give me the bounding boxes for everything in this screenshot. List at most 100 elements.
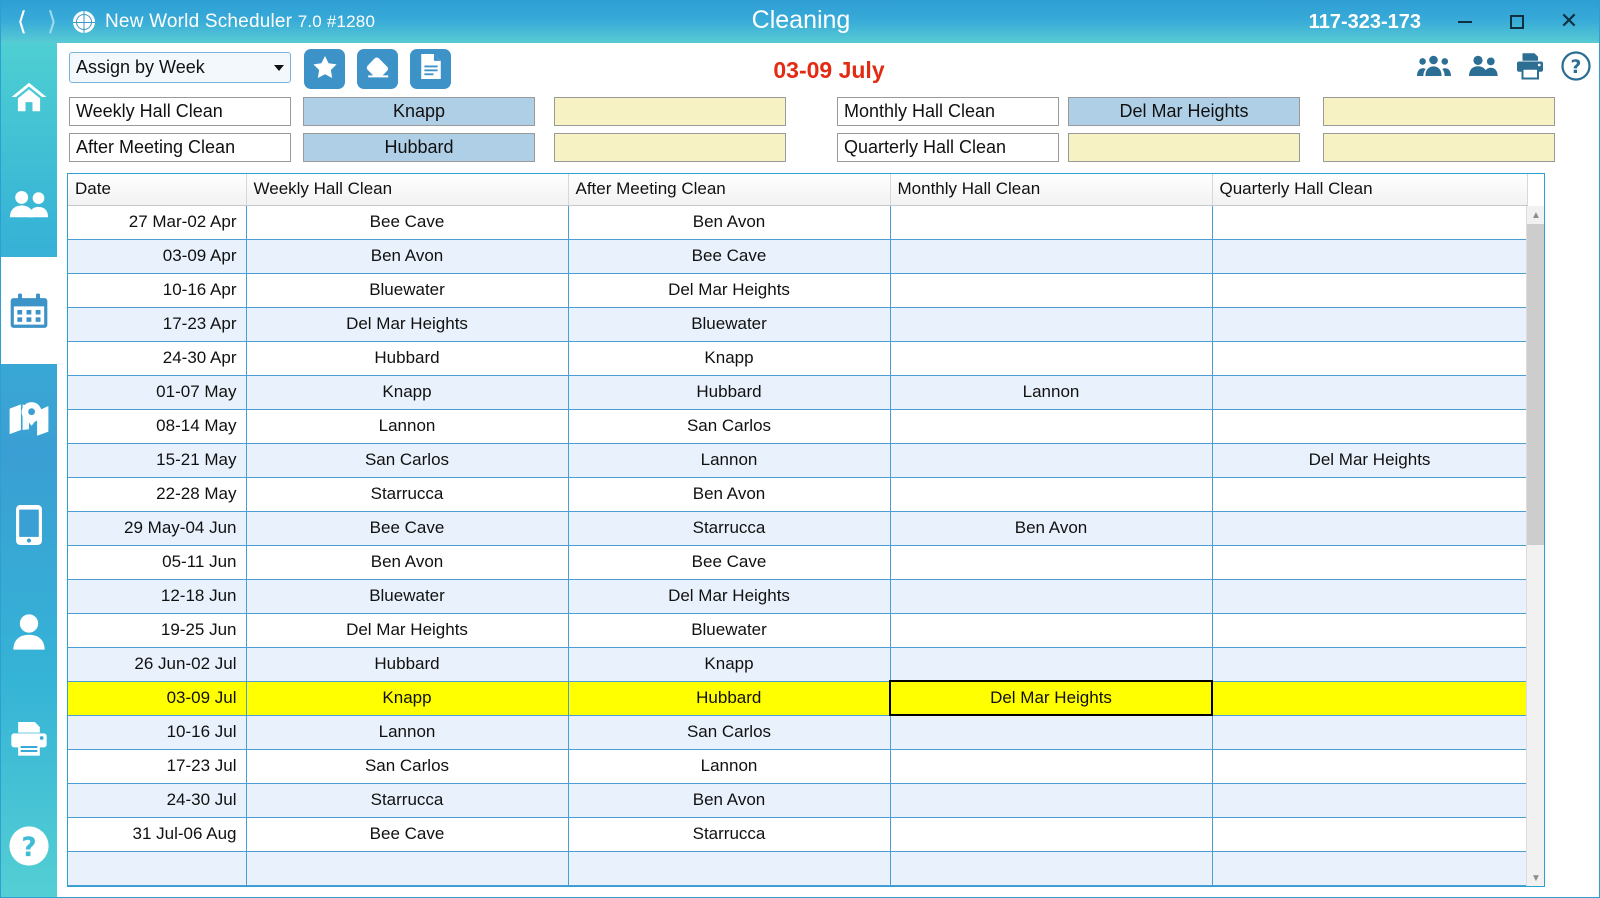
table-cell-weekly[interactable]: Bee Cave xyxy=(246,205,569,240)
table-cell-quarterly[interactable] xyxy=(1212,409,1528,444)
sidebar-item-congregation[interactable] xyxy=(1,150,57,257)
table-cell-weekly[interactable]: Del Mar Heights xyxy=(246,307,569,342)
table-cell-quarterly[interactable] xyxy=(1212,273,1528,308)
table-cell-after[interactable]: Ben Avon xyxy=(568,783,891,818)
table-cell-after[interactable]: Del Mar Heights xyxy=(568,579,891,614)
field-value-weekly-hall-clean[interactable]: Knapp xyxy=(303,97,535,126)
back-icon[interactable]: ⟨ xyxy=(9,7,35,37)
sidebar-item-mobile[interactable] xyxy=(1,471,57,578)
vertical-scrollbar[interactable]: ▲ ▼ xyxy=(1526,206,1544,886)
table-cell-quarterly[interactable] xyxy=(1212,477,1528,512)
table-row[interactable]: 08-14 May Lannon San Carlos xyxy=(68,409,1528,444)
table-row[interactable]: 05-11 Jun Ben Avon Bee Cave xyxy=(68,545,1528,580)
table-cell-monthly[interactable] xyxy=(890,851,1213,886)
table-cell-date[interactable]: 08-14 May xyxy=(68,409,247,444)
table-cell-date[interactable]: 17-23 Jul xyxy=(68,749,247,784)
column-header-after[interactable]: After Meeting Clean xyxy=(568,174,891,206)
table-cell-monthly[interactable] xyxy=(890,613,1213,648)
table-cell-quarterly[interactable] xyxy=(1212,681,1528,716)
table-cell-monthly[interactable] xyxy=(890,205,1213,240)
table-cell-date[interactable]: 24-30 Jul xyxy=(68,783,247,818)
erase-button[interactable] xyxy=(357,49,398,89)
table-cell-quarterly[interactable] xyxy=(1212,307,1528,342)
table-cell-monthly[interactable] xyxy=(890,715,1213,750)
scroll-down-icon[interactable]: ▼ xyxy=(1527,869,1544,886)
table-cell-after[interactable]: Lannon xyxy=(568,749,891,784)
table-cell-after[interactable]: Ben Avon xyxy=(568,477,891,512)
field-extra-quarterly-hall-clean[interactable] xyxy=(1323,133,1555,162)
field-extra-after-meeting-clean[interactable] xyxy=(554,133,786,162)
table-cell-date[interactable]: 26 Jun-02 Jul xyxy=(68,647,247,682)
field-label-weekly-hall-clean[interactable]: Weekly Hall Clean xyxy=(69,97,291,126)
table-cell-monthly[interactable] xyxy=(890,579,1213,614)
table-cell-monthly[interactable]: Ben Avon xyxy=(890,511,1213,546)
printer-icon[interactable] xyxy=(1515,52,1545,80)
column-header-quarterly[interactable]: Quarterly Hall Clean xyxy=(1212,174,1528,206)
field-extra-weekly-hall-clean[interactable] xyxy=(554,97,786,126)
table-cell-weekly[interactable]: Hubbard xyxy=(246,341,569,376)
table-cell-weekly[interactable]: San Carlos xyxy=(246,749,569,784)
table-row[interactable]: 17-23 Apr Del Mar Heights Bluewater xyxy=(68,307,1528,342)
table-cell-date[interactable]: 05-11 Jun xyxy=(68,545,247,580)
sidebar-item-help[interactable]: ? xyxy=(1,792,57,897)
field-label-after-meeting-clean[interactable]: After Meeting Clean xyxy=(69,133,291,162)
table-cell-after[interactable]: Knapp xyxy=(568,341,891,376)
table-cell-date[interactable]: 17-23 Apr xyxy=(68,307,247,342)
table-cell-quarterly[interactable] xyxy=(1212,749,1528,784)
table-cell-after[interactable]: Bee Cave xyxy=(568,545,891,580)
table-row[interactable]: 24-30 Jul Starrucca Ben Avon xyxy=(68,783,1528,818)
table-cell-date[interactable]: 19-25 Jun xyxy=(68,613,247,648)
table-row[interactable]: 22-28 May Starrucca Ben Avon xyxy=(68,477,1528,512)
table-cell-date[interactable]: 27 Mar-02 Apr xyxy=(68,205,247,240)
table-row[interactable]: 10-16 Jul Lannon San Carlos xyxy=(68,715,1528,750)
table-cell-quarterly[interactable] xyxy=(1212,579,1528,614)
table-cell-after[interactable]: San Carlos xyxy=(568,409,891,444)
table-cell-monthly[interactable]: Del Mar Heights xyxy=(889,680,1213,716)
table-cell-weekly[interactable]: Ben Avon xyxy=(246,545,569,580)
close-button[interactable]: ✕ xyxy=(1543,1,1595,43)
forward-icon[interactable]: ⟩ xyxy=(39,7,65,37)
table-row[interactable]: 24-30 Apr Hubbard Knapp xyxy=(68,341,1528,376)
groups-icon[interactable] xyxy=(1417,54,1451,78)
field-extra-monthly-hall-clean[interactable] xyxy=(1323,97,1555,126)
field-value-monthly-hall-clean[interactable]: Del Mar Heights xyxy=(1068,97,1300,126)
field-value-after-meeting-clean[interactable]: Hubbard xyxy=(303,133,535,162)
table-cell-weekly[interactable]: San Carlos xyxy=(246,443,569,478)
table-row[interactable]: 19-25 Jun Del Mar Heights Bluewater xyxy=(68,613,1528,648)
field-label-quarterly-hall-clean[interactable]: Quarterly Hall Clean xyxy=(837,133,1059,162)
table-cell-quarterly[interactable] xyxy=(1212,341,1528,376)
table-cell-quarterly[interactable] xyxy=(1212,545,1528,580)
table-cell-weekly[interactable]: Hubbard xyxy=(246,647,569,682)
column-header-date[interactable]: Date xyxy=(68,174,247,206)
table-cell-quarterly[interactable] xyxy=(1212,783,1528,818)
table-row[interactable]: 15-21 May San Carlos Lannon Del Mar Heights xyxy=(68,443,1528,478)
table-cell-date[interactable]: 31 Jul-06 Aug xyxy=(68,817,247,852)
sidebar-item-home[interactable] xyxy=(1,43,57,150)
table-cell-after[interactable]: Knapp xyxy=(568,647,891,682)
table-cell-monthly[interactable] xyxy=(890,443,1213,478)
table-row[interactable]: 27 Mar-02 Apr Bee Cave Ben Avon xyxy=(68,205,1528,240)
table-row[interactable]: 26 Jun-02 Jul Hubbard Knapp xyxy=(68,647,1528,682)
table-cell-monthly[interactable] xyxy=(890,647,1213,682)
table-cell-after[interactable]: Hubbard xyxy=(568,375,891,410)
table-cell-after[interactable]: Ben Avon xyxy=(568,205,891,240)
table-cell-monthly[interactable] xyxy=(890,749,1213,784)
table-cell-date[interactable]: 22-28 May xyxy=(68,477,247,512)
scrollbar-thumb[interactable] xyxy=(1527,224,1544,545)
table-cell-weekly[interactable]: Bluewater xyxy=(246,579,569,614)
table-row[interactable]: 29 May-04 Jun Bee Cave Starrucca Ben Avon xyxy=(68,511,1528,546)
assign-mode-select[interactable]: Assign by Week xyxy=(69,52,291,83)
sidebar-item-print[interactable] xyxy=(1,685,57,792)
sidebar-item-schedules[interactable] xyxy=(1,257,57,364)
table-cell-weekly[interactable]: Bee Cave xyxy=(246,511,569,546)
table-row[interactable] xyxy=(68,851,1528,886)
table-cell-monthly[interactable] xyxy=(890,239,1213,274)
table-cell-quarterly[interactable] xyxy=(1212,239,1528,274)
table-cell-weekly[interactable]: Starrucca xyxy=(246,783,569,818)
table-cell-date[interactable]: 10-16 Apr xyxy=(68,273,247,308)
table-cell-date[interactable]: 29 May-04 Jun xyxy=(68,511,247,546)
table-row[interactable]: 03-09 Jul Knapp Hubbard Del Mar Heights xyxy=(68,680,1528,716)
table-cell-date[interactable]: 03-09 Apr xyxy=(68,239,247,274)
table-cell-date[interactable]: 15-21 May xyxy=(68,443,247,478)
table-cell-monthly[interactable] xyxy=(890,477,1213,512)
